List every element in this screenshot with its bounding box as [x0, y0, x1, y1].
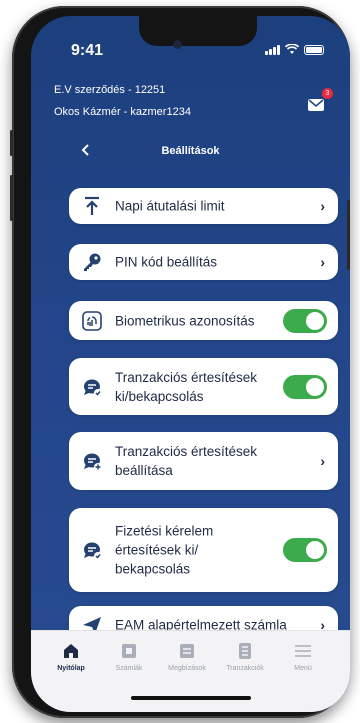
notch	[139, 16, 257, 46]
accounts-icon	[122, 644, 136, 658]
wifi-icon	[285, 44, 299, 54]
status-icons	[265, 44, 324, 55]
setting-pin[interactable]: PIN kód beállítás ›	[69, 244, 338, 280]
battery-icon	[304, 45, 324, 55]
chevron-right-icon: ›	[320, 453, 325, 469]
chat-add-icon	[83, 453, 102, 471]
transaction-notifications-toggle[interactable]	[283, 374, 327, 399]
orders-icon	[180, 644, 194, 658]
setting-payment-request-notifications[interactable]: Fizetési kérelem értesítések ki/ bekapcs…	[69, 508, 338, 592]
setting-label: Napi átutalási limit	[115, 198, 225, 214]
side-button	[10, 130, 13, 156]
home-icon	[64, 644, 78, 658]
chat-check-icon	[83, 542, 102, 560]
key-icon	[84, 253, 101, 271]
phone-frame: 9:41 E.V szerződés - 12251 Okos Kázmér -…	[12, 6, 350, 718]
transactions-icon	[239, 643, 251, 659]
setting-label: Biometrikus azonosítás	[115, 313, 255, 328]
tab-label: Nyitólap	[57, 665, 85, 672]
tab-home[interactable]: Nyitólap	[43, 641, 99, 672]
menu-icon	[295, 645, 311, 657]
payment-request-notifications-toggle[interactable]	[283, 538, 327, 562]
chat-check-icon	[83, 379, 102, 397]
setting-biometric[interactable]: Biometrikus azonosítás	[69, 301, 338, 340]
setting-label: Tranzakciós értesítések beállítása	[115, 444, 258, 478]
chevron-right-icon: ›	[320, 198, 325, 214]
setting-label: Tranzakciós értesítések ki/bekapcsolás	[115, 369, 258, 404]
tab-menu[interactable]: Menü	[275, 641, 331, 672]
tab-label: Megbízások	[168, 665, 206, 672]
tab-label: Tranzakciók	[226, 665, 264, 672]
status-time: 9:41	[71, 42, 104, 59]
app-screen: 9:41 E.V szerződés - 12251 Okos Kázmér -…	[31, 16, 350, 712]
limit-up-icon	[85, 196, 99, 215]
fingerprint-icon	[82, 310, 102, 331]
side-button	[347, 200, 350, 270]
user-label: Okos Kázmér - kazmer1234	[54, 106, 191, 118]
tab-transactions[interactable]: Tranzakciók	[217, 641, 273, 672]
biometric-toggle[interactable]	[283, 308, 327, 333]
tab-label: Menü	[294, 665, 312, 672]
setting-transaction-notifications-toggle[interactable]: Tranzakciós értesítések ki/bekapcsolás	[69, 358, 338, 415]
tab-orders[interactable]: Megbízások	[159, 641, 215, 672]
contract-label: E.V szerződés - 12251	[54, 84, 166, 96]
mail-badge: 3	[322, 88, 333, 99]
setting-label: Fizetési kérelem értesítések ki/ bekapcs…	[115, 523, 214, 577]
signal-icon	[265, 45, 280, 55]
tab-label: Számlák	[115, 665, 143, 672]
setting-daily-limit[interactable]: Napi átutalási limit ›	[69, 188, 338, 224]
home-indicator	[131, 696, 251, 700]
side-button	[10, 175, 13, 221]
page-title: Beállítások	[161, 145, 220, 157]
front-camera	[173, 40, 182, 49]
setting-transaction-notifications-settings[interactable]: Tranzakciós értesítések beállítása ›	[69, 432, 338, 490]
setting-label: PIN kód beállítás	[115, 254, 218, 270]
tab-accounts[interactable]: Számlák	[101, 641, 157, 672]
chevron-right-icon: ›	[320, 254, 325, 270]
